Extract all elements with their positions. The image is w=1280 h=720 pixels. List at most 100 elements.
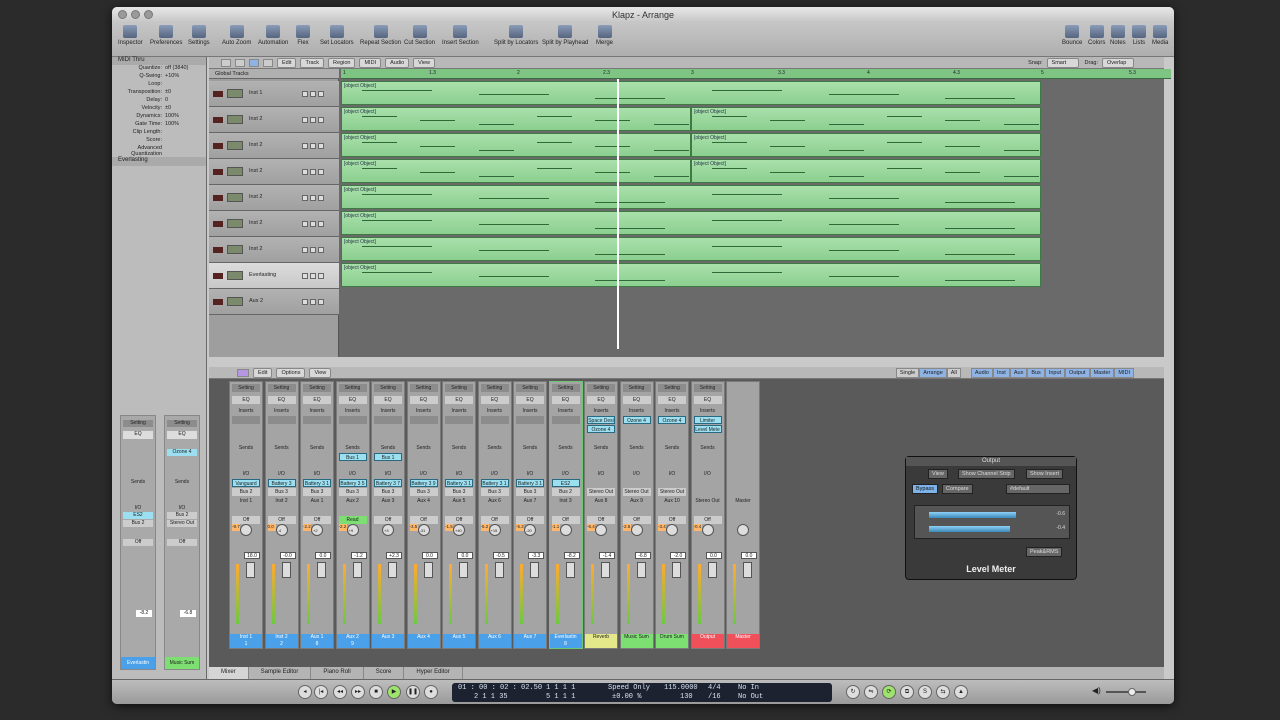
sync-icon[interactable]: ⇆ <box>936 685 950 699</box>
inspector-row[interactable]: Gate Time: 100% <box>112 121 206 129</box>
setting-button[interactable]: Setting <box>693 384 722 392</box>
automation-mode[interactable]: Off <box>409 516 438 524</box>
eq-display[interactable]: EQ <box>693 396 722 404</box>
mute-button[interactable] <box>302 247 308 253</box>
setting-button[interactable]: Setting <box>123 420 153 427</box>
midi-thru-header[interactable]: MIDI Thru <box>112 57 206 65</box>
midi-region[interactable]: [object Object] <box>341 185 1041 209</box>
mute-button[interactable] <box>302 169 308 175</box>
show-insert[interactable]: Show Insert <box>1026 469 1064 479</box>
channel-name[interactable]: Inst 11 <box>230 634 262 648</box>
inspector-row[interactable]: Dynamics: 100% <box>112 113 206 121</box>
track-header[interactable]: Inst 2 <box>209 159 339 185</box>
mode-all[interactable]: All <box>946 367 961 378</box>
inspector-value[interactable]: off (3840) <box>165 65 188 73</box>
eq-display[interactable]: EQ <box>232 396 260 404</box>
automation-mode[interactable]: Read <box>338 516 367 524</box>
pause-icon[interactable] <box>263 58 273 67</box>
insert-plugin[interactable]: Ozone 4 <box>587 425 615 433</box>
toolbar-auto-zoom-button[interactable]: Auto Zoom <box>222 25 251 46</box>
channel-name[interactable]: Aux 3 <box>372 634 404 648</box>
mode-arrange[interactable]: Arrange <box>919 367 947 378</box>
mute-button[interactable] <box>302 273 308 279</box>
automation-mode[interactable]: Off <box>167 539 197 546</box>
filter-midi[interactable]: MIDI <box>1114 367 1134 378</box>
mixer-menu-view[interactable]: View <box>309 367 332 378</box>
output-slot[interactable]: Stereo Out <box>587 488 615 496</box>
input-slot[interactable]: Vanguard <box>232 479 260 487</box>
insert-slot[interactable] <box>374 416 402 424</box>
output-slot[interactable]: Stereo Out <box>167 520 197 527</box>
automation-mode[interactable]: Off <box>374 516 402 524</box>
output-slot[interactable]: Bus 3 <box>409 488 438 496</box>
eq-display[interactable]: EQ <box>587 396 615 404</box>
automation-mode[interactable]: Off <box>480 516 509 524</box>
insert-slot[interactable] <box>516 416 544 424</box>
fader-cap[interactable] <box>281 562 291 578</box>
setting-button[interactable]: Setting <box>445 384 473 392</box>
volume-fader[interactable] <box>483 532 507 624</box>
inspector-row[interactable]: Delay: 0 <box>112 97 206 105</box>
output-slot[interactable]: Bus 3 <box>374 488 402 496</box>
zoom-button[interactable] <box>144 10 153 19</box>
volume-fader[interactable] <box>376 532 400 624</box>
input-slot[interactable]: Battery 3 <box>267 479 296 487</box>
inspector-value[interactable]: +10% <box>165 73 179 81</box>
inspector-row[interactable]: Quantize: off (3840) <box>112 65 206 73</box>
bypass-button[interactable]: Bypass <box>912 484 939 494</box>
inspector-value[interactable]: ±0 <box>165 89 171 97</box>
solo-button[interactable] <box>310 117 316 123</box>
mute-button[interactable] <box>302 91 308 97</box>
show-channel-strip[interactable]: Show Channel Strip <box>958 469 1015 479</box>
forward-icon[interactable]: ▸▸ <box>351 685 365 699</box>
freeze-button[interactable] <box>318 221 324 227</box>
drag-menu[interactable]: Overlap <box>1102 57 1134 68</box>
automation-mode[interactable]: Off <box>232 516 260 524</box>
fader-cap[interactable] <box>494 562 504 578</box>
rewind-icon[interactable]: ◂◂ <box>333 685 347 699</box>
region-header[interactable]: Everlasting <box>112 157 206 166</box>
tab-sample-editor[interactable]: Sample Editor <box>249 667 312 679</box>
input-slot[interactable]: Battery 3 5 <box>338 479 367 487</box>
fader-cap[interactable] <box>743 562 752 578</box>
automation-mode[interactable]: Off <box>267 516 296 524</box>
punch-icon[interactable]: ⧉ <box>900 685 914 699</box>
insert-slot[interactable] <box>303 416 331 424</box>
filter-master[interactable]: Master <box>1089 367 1115 378</box>
track-header[interactable]: Everlasting <box>209 263 339 289</box>
pause-icon[interactable]: ❚❚ <box>406 685 420 699</box>
toolbar-bounce-button[interactable]: Bounce <box>1062 25 1082 46</box>
menu-track[interactable]: Track <box>300 57 325 68</box>
output-slot[interactable]: Bus 2 <box>232 488 260 496</box>
input-slot[interactable]: Battery 3 1 <box>303 479 331 487</box>
toolbar-split-by-locators-button[interactable]: Split by Locators <box>494 25 538 46</box>
channel-name[interactable]: Aux 7 <box>514 634 546 648</box>
channel-name[interactable]: Music Sum <box>620 634 653 648</box>
toolbar-insert-section-button[interactable]: Insert Section <box>442 25 479 46</box>
setting-button[interactable]: Setting <box>551 384 580 392</box>
volume-fader[interactable] <box>589 532 613 624</box>
input-slot[interactable]: Battery 3 1 <box>516 479 544 487</box>
midi-region[interactable]: [object Object] <box>341 81 1041 105</box>
rewind-start-icon[interactable]: ◂ <box>298 685 312 699</box>
volume-fader[interactable] <box>412 532 436 624</box>
link-icon[interactable] <box>235 58 245 67</box>
tab-mixer[interactable]: Mixer <box>209 667 249 679</box>
fader-cap[interactable] <box>317 562 326 578</box>
insert-slot[interactable] <box>551 416 580 424</box>
channel-name[interactable]: Drum Sum <box>656 634 688 648</box>
midi-region[interactable]: [object Object] <box>341 263 1041 287</box>
meter-mode[interactable]: Peak&RMS <box>1026 547 1063 557</box>
channel-name[interactable]: Aux 6 <box>478 634 511 648</box>
solo-button[interactable] <box>310 299 316 305</box>
menu-audio[interactable]: Audio <box>385 57 410 68</box>
channel-name[interactable]: Inst 22 <box>265 634 298 648</box>
insert-plugin[interactable]: Space Desi <box>587 416 615 424</box>
mute-button[interactable] <box>302 221 308 227</box>
toolbar-repeat-section-button[interactable]: Repeat Section <box>360 25 401 46</box>
eq-display[interactable]: EQ <box>516 396 544 404</box>
toolbar-merge-button[interactable]: Merge <box>596 25 613 46</box>
freeze-button[interactable] <box>318 299 324 305</box>
toolbar-preferences-button[interactable]: Preferences <box>150 25 182 46</box>
insert-plugin[interactable]: Ozone 4 <box>622 416 651 424</box>
